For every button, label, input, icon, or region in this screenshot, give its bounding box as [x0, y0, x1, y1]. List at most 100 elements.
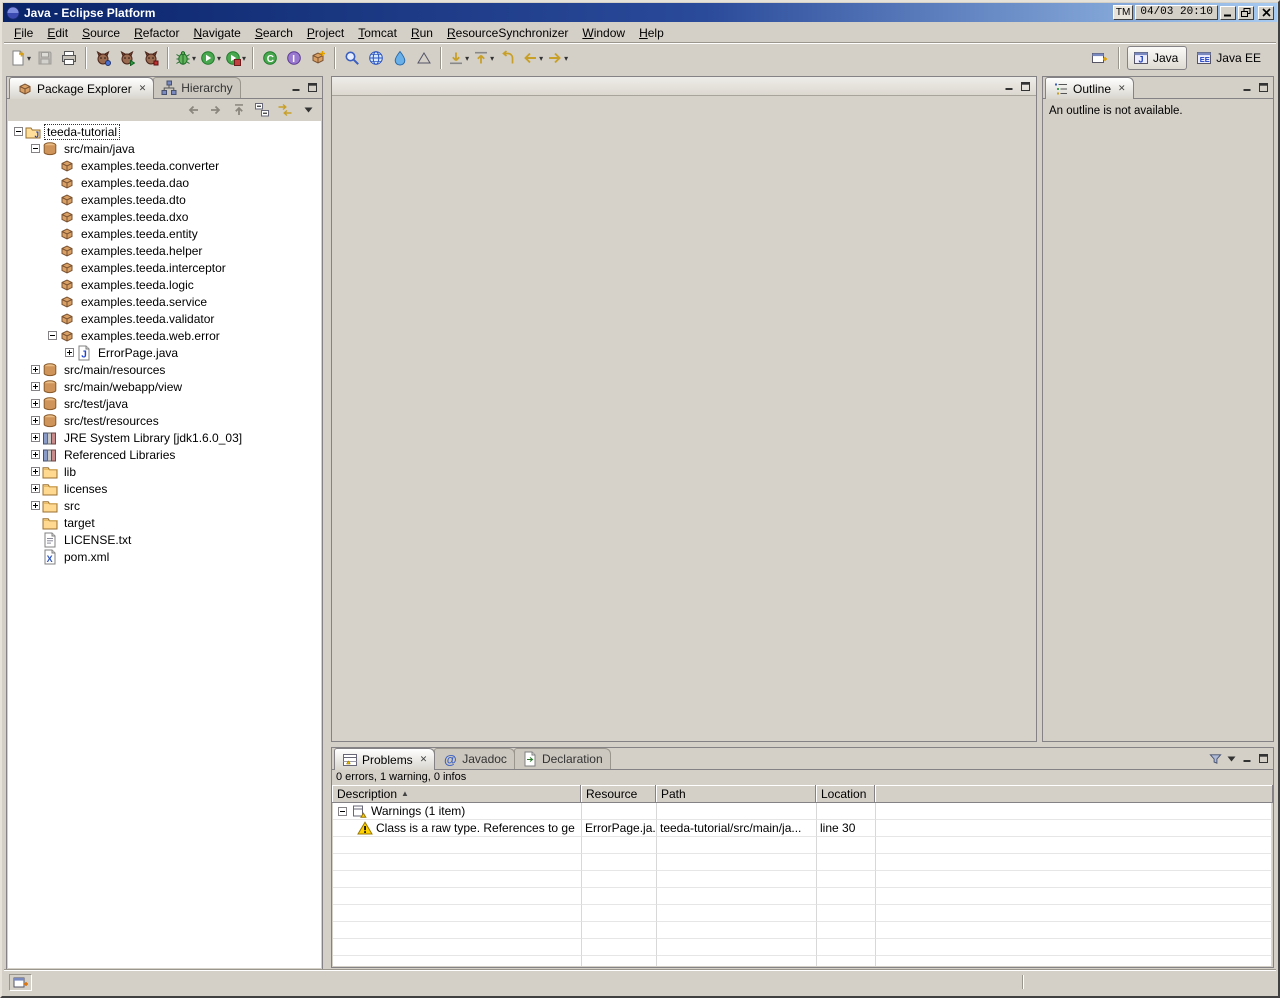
tree-item-examples-teeda-entity[interactable]: examples.teeda.entity [8, 225, 321, 242]
collapse-icon[interactable] [46, 331, 59, 340]
minimize-view-icon[interactable] [290, 81, 303, 94]
collapse-icon[interactable] [336, 807, 349, 816]
dropdown-arrow-icon[interactable]: ▾ [217, 54, 221, 63]
next-annotation-button[interactable]: ▾ [446, 46, 471, 70]
collapse-all-icon[interactable] [252, 101, 272, 119]
debug-button[interactable]: ▾ [173, 46, 198, 70]
menu-resourcesynchronizer[interactable]: ResourceSynchronizer [440, 24, 575, 42]
tree-item-examples-teeda-web-error[interactable]: examples.teeda.web.error [8, 327, 321, 344]
tomcat-start-button[interactable] [115, 46, 139, 70]
perspective-javaee-button[interactable]: EE Java EE [1190, 46, 1270, 70]
expand-icon[interactable] [29, 501, 42, 510]
tree-item-examples-teeda-converter[interactable]: examples.teeda.converter [8, 157, 321, 174]
tree-item-src-test-resources[interactable]: src/test/resources [8, 412, 321, 429]
tree-item-license-txt[interactable]: LICENSE.txt [8, 531, 321, 548]
column-header-description[interactable]: Description ▲ [332, 785, 581, 803]
maximize-view-icon[interactable] [306, 81, 319, 94]
filter-icon[interactable] [1209, 752, 1222, 765]
tree-item-src[interactable]: src [8, 497, 321, 514]
close-tab-icon[interactable]: ✕ [139, 83, 147, 94]
tab-hierarchy[interactable]: Hierarchy [153, 77, 240, 98]
last-edit-location-button[interactable] [496, 46, 520, 70]
tree-item-examples-teeda-dto[interactable]: examples.teeda.dto [8, 191, 321, 208]
dropdown-arrow-icon[interactable]: ▾ [539, 54, 543, 63]
tree-item-examples-teeda-logic[interactable]: examples.teeda.logic [8, 276, 321, 293]
menu-tomcat[interactable]: Tomcat [351, 24, 404, 42]
title-bar[interactable]: Java - Eclipse Platform TM 04/03 20:10 [3, 3, 1277, 22]
previous-annotation-button[interactable]: ▾ [471, 46, 496, 70]
expand-icon[interactable] [29, 484, 42, 493]
link-with-editor-icon[interactable] [275, 101, 295, 119]
menu-run[interactable]: Run [404, 24, 440, 42]
close-button[interactable] [1258, 6, 1274, 20]
tomcat-stop-button[interactable] [139, 46, 163, 70]
new-wizard-button[interactable]: ▾ [8, 46, 33, 70]
tree-item-examples-teeda-dxo[interactable]: examples.teeda.dxo [8, 208, 321, 225]
external-tools-button[interactable]: ▾ [223, 46, 248, 70]
search-button[interactable] [340, 46, 364, 70]
expand-icon[interactable] [29, 382, 42, 391]
collapse-icon[interactable] [12, 127, 25, 136]
up-arrow-icon[interactable] [229, 101, 249, 119]
tree-item-target[interactable]: target [8, 514, 321, 531]
expand-icon[interactable] [29, 365, 42, 374]
maximize-view-icon[interactable] [1257, 752, 1270, 765]
tree-item-src-test-java[interactable]: src/test/java [8, 395, 321, 412]
expand-icon[interactable] [63, 348, 76, 357]
perspective-java-button[interactable]: J Java [1127, 46, 1187, 70]
menu-help[interactable]: Help [632, 24, 671, 42]
collapse-icon[interactable] [29, 144, 42, 153]
minimize-button[interactable] [1220, 6, 1236, 20]
tree-item-src-main-webapp-view[interactable]: src/main/webapp/view [8, 378, 321, 395]
new-java-package-button[interactable] [306, 46, 330, 70]
dropdown-arrow-icon[interactable]: ▾ [564, 54, 568, 63]
tree-item-pom-xml[interactable]: Xpom.xml [8, 548, 321, 565]
tree-item-referenced-libraries[interactable]: Referenced Libraries [8, 446, 321, 463]
menu-project[interactable]: Project [300, 24, 351, 42]
expand-icon[interactable] [29, 433, 42, 442]
tab-package-explorer[interactable]: Package Explorer ✕ [9, 77, 154, 99]
column-header-resource[interactable]: Resource [581, 785, 656, 803]
view-menu-icon[interactable] [1225, 752, 1238, 765]
tree-item-teeda-tutorial[interactable]: Jteeda-tutorial [8, 123, 321, 140]
column-header-location[interactable]: Location [816, 785, 875, 803]
close-tab-icon[interactable]: ✕ [420, 754, 428, 765]
tree-item-examples-teeda-interceptor[interactable]: examples.teeda.interceptor [8, 259, 321, 276]
run-button[interactable]: ▾ [198, 46, 223, 70]
tree-item-errorpage-java[interactable]: JErrorPage.java [8, 344, 321, 361]
dropdown-arrow-icon[interactable]: ▾ [490, 54, 494, 63]
menu-navigate[interactable]: Navigate [186, 24, 247, 42]
tree-item-examples-teeda-validator[interactable]: examples.teeda.validator [8, 310, 321, 327]
tree-item-jre-system-library-jdk1-6-0-03[interactable]: JRE System Library [jdk1.6.0_03] [8, 429, 321, 446]
menu-source[interactable]: Source [75, 24, 127, 42]
column-header-path[interactable]: Path [656, 785, 816, 803]
problems-group-row[interactable]: Warnings (1 item) [333, 803, 1272, 820]
jsp-preview-button[interactable] [412, 46, 436, 70]
data-source-button[interactable] [388, 46, 412, 70]
tree-item-src-main-java[interactable]: src/main/java [8, 140, 321, 157]
dropdown-arrow-icon[interactable]: ▾ [465, 54, 469, 63]
close-tab-icon[interactable]: ✕ [1118, 83, 1126, 94]
menu-search[interactable]: Search [248, 24, 300, 42]
problem-row[interactable]: Class is a raw type. References to geErr… [333, 820, 1272, 837]
minimize-view-icon[interactable] [1241, 752, 1254, 765]
open-perspective-button[interactable] [1087, 46, 1111, 70]
expand-icon[interactable] [29, 450, 42, 459]
tab-problems[interactable]: Problems ✕ [334, 748, 435, 770]
menu-edit[interactable]: Edit [40, 24, 75, 42]
tomcat-debug-button[interactable] [91, 46, 115, 70]
tree-item-licenses[interactable]: licenses [8, 480, 321, 497]
tree-item-examples-teeda-service[interactable]: examples.teeda.service [8, 293, 321, 310]
tree-item-examples-teeda-helper[interactable]: examples.teeda.helper [8, 242, 321, 259]
forward-arrow-icon[interactable] [206, 101, 226, 119]
print-button[interactable] [57, 46, 81, 70]
view-menu-icon[interactable] [298, 101, 318, 119]
fast-view-cell[interactable] [9, 974, 32, 991]
maximize-view-icon[interactable] [1019, 80, 1032, 93]
restore-button[interactable] [1238, 6, 1254, 20]
dropdown-arrow-icon[interactable]: ▾ [27, 54, 31, 63]
tree-item-src-main-resources[interactable]: src/main/resources [8, 361, 321, 378]
open-web-browser-button[interactable] [364, 46, 388, 70]
dropdown-arrow-icon[interactable]: ▾ [242, 54, 246, 63]
new-java-interface-button[interactable]: I [282, 46, 306, 70]
